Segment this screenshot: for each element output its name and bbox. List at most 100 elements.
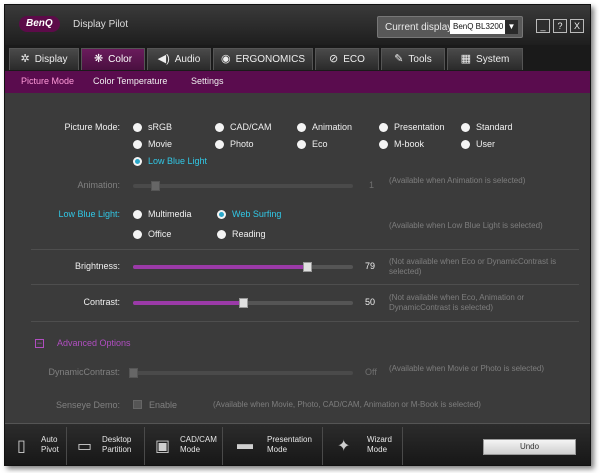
senseye-demo-label: Senseye Demo: (55, 400, 120, 410)
wizard-mode-button[interactable]: ✦ Wizard Mode (325, 427, 403, 465)
animation-label: Animation: (77, 180, 120, 190)
chevron-down-icon[interactable]: ▼ (505, 20, 518, 34)
tab-audio[interactable]: ◀) Audio (147, 48, 211, 70)
animation-slider-thumb[interactable] (151, 181, 160, 191)
radio-mbook-label: M-book (394, 139, 425, 149)
main-tabs: ✲ Display ❋ Color ◀) Audio ◉ ERGONOMICS ⊘ ECO… (5, 45, 590, 71)
audio-icon: ◀) (157, 53, 170, 65)
minimize-button[interactable]: _ (536, 19, 550, 33)
auto-pivot-button[interactable]: ▯ Auto Pivot (9, 427, 67, 465)
advanced-options-label[interactable]: Advanced Options (57, 338, 131, 348)
radio-mbook[interactable] (379, 140, 388, 149)
tab-ergonomics[interactable]: ◉ ERGONOMICS (213, 48, 313, 70)
current-display-select[interactable]: BenQ BL3200 ▼ (450, 20, 518, 34)
tab-tools-label: Tools (408, 54, 432, 65)
desktop-partition-line1: Desktop (102, 435, 132, 444)
tab-ergonomics-label: ERGONOMICS (235, 54, 306, 65)
divider (31, 321, 579, 322)
animation-slider[interactable] (133, 181, 353, 191)
radio-reading-label: Reading (232, 229, 266, 239)
app-title: Display Pilot (73, 19, 129, 30)
radio-user-label: User (476, 139, 496, 149)
radio-eco[interactable] (297, 140, 306, 149)
radio-srgb-label: sRGB (148, 122, 173, 132)
animation-note: (Available when Animation is selected) (389, 176, 526, 185)
collapse-icon[interactable]: − (35, 339, 44, 348)
animation-value: 1 (369, 180, 375, 190)
undo-button[interactable]: Undo (483, 439, 576, 455)
desktop-partition-line2: Partition (102, 445, 132, 454)
radio-photo[interactable] (215, 140, 224, 149)
wizard-mode-line2: Mode (367, 445, 388, 454)
current-display-label: Current display (385, 22, 453, 33)
tab-display[interactable]: ✲ Display (9, 48, 79, 70)
radio-reading[interactable] (217, 230, 226, 239)
radio-cadcam[interactable] (215, 123, 224, 132)
radio-office[interactable] (133, 230, 142, 239)
contrast-value: 50 (365, 297, 376, 307)
current-display-value: BenQ BL3200 (453, 22, 504, 31)
tab-eco-label: ECO (343, 54, 365, 65)
brightness-note: (Not available when Eco or DynamicContra… (389, 257, 557, 276)
leaf-icon: ⊘ (329, 53, 339, 65)
picture-mode-panel: Picture Mode: sRGB CAD/CAM Animation Pre… (5, 93, 590, 423)
sub-tabs: Picture Mode Color Temperature Settings (5, 71, 590, 93)
radio-movie[interactable] (133, 140, 142, 149)
radio-cadcam-label: CAD/CAM (230, 122, 272, 132)
presentation-mode-line1: Presentation (267, 435, 312, 444)
radio-animation-label: Animation (312, 122, 353, 132)
senseye-note: (Available when Movie, Photo, CAD/CAM, A… (213, 400, 481, 409)
radio-animation[interactable] (297, 123, 306, 132)
cadcam-icon: ▣ (155, 438, 171, 455)
dynamic-contrast-label: DynamicContrast: (48, 367, 120, 377)
dynamic-contrast-value: Off (365, 367, 377, 377)
radio-user[interactable] (461, 140, 470, 149)
current-display-panel: Current display BenQ BL3200 ▼ (377, 16, 523, 38)
help-button[interactable]: ? (553, 19, 567, 33)
contrast-slider-thumb[interactable] (239, 298, 248, 308)
radio-eco-label: Eco (312, 139, 328, 149)
dynamic-contrast-note: (Available when Movie or Photo is select… (389, 364, 545, 373)
tab-display-label: Display (34, 54, 68, 65)
contrast-slider[interactable] (133, 298, 353, 308)
radio-standard-label: Standard (476, 122, 513, 132)
divider (31, 284, 579, 285)
partition-icon: ▭ (77, 438, 93, 455)
subtab-picture-mode[interactable]: Picture Mode (21, 76, 74, 86)
senseye-enable-checkbox[interactable] (133, 400, 142, 409)
senseye-enable-label: Enable (149, 400, 178, 410)
radio-low-blue-light[interactable] (133, 157, 142, 166)
subtab-color-temperature[interactable]: Color Temperature (93, 76, 167, 86)
bottom-toolbar: ▯ Auto Pivot ▭ Desktop Partition ▣ CAD/CAM… (5, 423, 590, 465)
tab-tools[interactable]: ✎ Tools (381, 48, 445, 70)
system-icon: ▦ (460, 53, 472, 65)
radio-standard[interactable] (461, 123, 470, 132)
tab-color-label: Color (108, 54, 133, 65)
radio-srgb[interactable] (133, 123, 142, 132)
radio-web-surfing[interactable] (217, 210, 226, 219)
desktop-partition-button[interactable]: ▭ Desktop Partition (69, 427, 145, 465)
wizard-mode-line1: Wizard (367, 435, 392, 444)
radio-presentation[interactable] (379, 123, 388, 132)
title-bar: BenQ Display Pilot Current display BenQ … (5, 5, 590, 45)
close-button[interactable]: X (570, 19, 584, 33)
brightness-slider[interactable] (133, 262, 353, 272)
radio-multimedia[interactable] (133, 210, 142, 219)
subtab-settings[interactable]: Settings (191, 76, 224, 86)
wrench-icon: ✎ (394, 53, 404, 65)
low-blue-light-note: (Available when Low Blue Light is select… (389, 221, 543, 230)
dynamic-contrast-slider[interactable] (129, 368, 353, 378)
presentation-mode-button[interactable]: ▬ Presentation Mode (225, 427, 323, 465)
tab-color[interactable]: ❋ Color (81, 48, 145, 70)
tab-system-label: System (476, 54, 510, 65)
benq-logo: BenQ (19, 16, 60, 32)
brightness-slider-thumb[interactable] (302, 262, 312, 272)
radio-movie-label: Movie (148, 139, 173, 149)
dynamic-contrast-slider-thumb[interactable] (129, 368, 138, 378)
presentation-mode-line2: Mode (267, 445, 288, 454)
cadcam-mode-button[interactable]: ▣ CAD/CAM Mode (147, 427, 223, 465)
cadcam-mode-line2: Mode (180, 445, 201, 454)
tab-eco[interactable]: ⊘ ECO (315, 48, 379, 70)
display-pilot-window: BenQ Display Pilot Current display BenQ … (4, 4, 591, 466)
tab-system[interactable]: ▦ System (447, 48, 523, 70)
